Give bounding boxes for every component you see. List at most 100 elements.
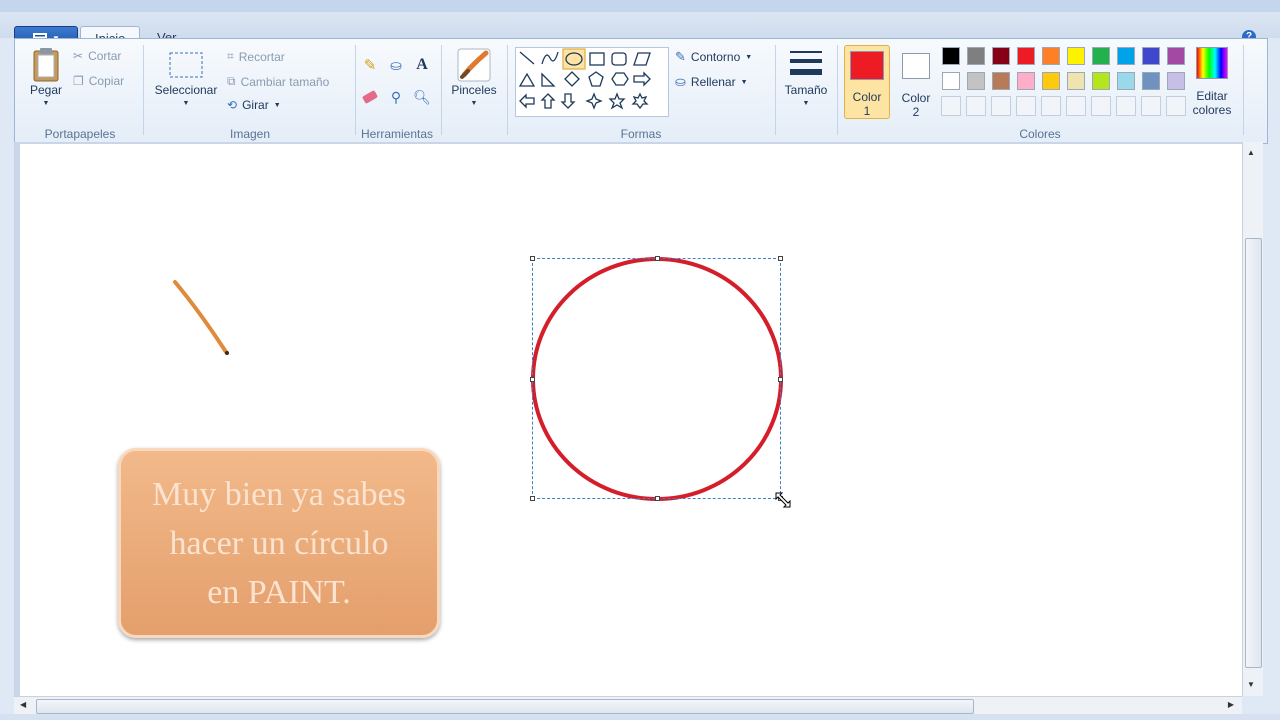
- eraser-icon: [361, 90, 379, 104]
- callout-line: hacer un círculo: [169, 524, 389, 562]
- scroll-right-icon[interactable]: ▶: [1228, 700, 1234, 709]
- magnifier-tool[interactable]: 🔍︎: [412, 87, 432, 107]
- fill-tool[interactable]: ⛀: [386, 55, 406, 75]
- crop-icon: ⌗: [227, 49, 234, 63]
- color-swatch[interactable]: [1167, 72, 1185, 90]
- brush-stroke: [173, 280, 228, 354]
- select-label: Seleccionar: [154, 83, 218, 97]
- canvas-area: Muy bien ya sabes hacer un círculo en PA…: [14, 142, 1242, 696]
- color-swatch[interactable]: [967, 72, 985, 90]
- pencil-tool[interactable]: ✎: [360, 55, 380, 75]
- color-swatch[interactable]: [992, 47, 1010, 65]
- selection-box[interactable]: [530, 256, 783, 501]
- fill-button[interactable]: ⛀ Rellenar ▼: [675, 74, 748, 90]
- color-swatch[interactable]: [1042, 72, 1060, 90]
- resize-handle[interactable]: [530, 256, 535, 261]
- resize-handle[interactable]: [655, 256, 660, 261]
- rotate-icon: ⟲: [227, 98, 238, 112]
- drawing-canvas[interactable]: Muy bien ya sabes hacer un círculo en PA…: [20, 144, 1242, 696]
- vertical-scroll-thumb[interactable]: [1245, 238, 1262, 668]
- color-swatch[interactable]: [1142, 72, 1160, 90]
- scroll-down-icon[interactable]: ▼: [1247, 680, 1255, 689]
- chevron-down-icon: ▼: [42, 100, 50, 107]
- custom-color-slot[interactable]: [966, 96, 986, 116]
- brushes-button[interactable]: Pinceles ▼: [447, 47, 501, 111]
- resize-icon: ⧉: [227, 74, 236, 88]
- color-swatch[interactable]: [1017, 72, 1035, 90]
- scroll-left-icon[interactable]: ◀: [20, 700, 26, 709]
- rotate-label: Girar: [242, 98, 269, 112]
- color2-swatch: [902, 53, 930, 79]
- paste-label: Pegar: [29, 83, 63, 97]
- custom-color-slot[interactable]: [1066, 96, 1086, 116]
- color-picker-tool[interactable]: ⚲: [386, 87, 406, 107]
- resize-handle[interactable]: [655, 496, 660, 501]
- color-swatch[interactable]: [992, 72, 1010, 90]
- edit-colors-label-2: colores: [1192, 103, 1232, 117]
- line-size-icon: [790, 51, 822, 75]
- horizontal-scrollbar[interactable]: ◀ ▶: [14, 696, 1242, 715]
- custom-color-slot[interactable]: [1116, 96, 1136, 116]
- fill-label: Rellenar: [690, 75, 736, 89]
- text-tool[interactable]: A: [412, 55, 432, 75]
- edit-colors-label: Editar: [1196, 89, 1228, 103]
- vertical-scrollbar[interactable]: ▲ ▼: [1242, 142, 1263, 696]
- pencil-icon: ✎: [363, 57, 377, 74]
- resize-handle[interactable]: [778, 377, 783, 382]
- color-spectrum-icon: [1196, 47, 1228, 79]
- custom-color-slot[interactable]: [991, 96, 1011, 116]
- copy-label: Copiar: [88, 74, 125, 88]
- resize-handle[interactable]: [778, 256, 783, 261]
- color-swatch[interactable]: [942, 72, 960, 90]
- color-swatch[interactable]: [1067, 47, 1085, 65]
- custom-color-slot[interactable]: [941, 96, 961, 116]
- paste-button[interactable]: Pegar ▼: [27, 47, 65, 111]
- color-swatch[interactable]: [1117, 47, 1135, 65]
- scroll-up-icon[interactable]: ▲: [1247, 148, 1255, 157]
- color1-button[interactable]: Color 1: [844, 45, 890, 119]
- horizontal-scroll-thumb[interactable]: [36, 699, 974, 714]
- group-label-colors: Colores: [1019, 127, 1061, 141]
- chevron-down-icon: ▼: [745, 53, 753, 61]
- stroke-end: [225, 351, 229, 355]
- color2-label: Color: [901, 91, 931, 105]
- color-swatch[interactable]: [967, 47, 985, 65]
- copy-button[interactable]: ❐ Copiar: [73, 74, 124, 88]
- outline-label: Contorno: [690, 50, 741, 64]
- color-swatch[interactable]: [1067, 72, 1085, 90]
- color-swatch[interactable]: [1167, 47, 1185, 65]
- text-icon: A: [416, 56, 428, 73]
- clipboard-icon: [33, 48, 59, 82]
- resize-handle[interactable]: [530, 496, 535, 501]
- edit-colors-button[interactable]: Editar colores: [1187, 47, 1237, 117]
- paint-bucket-icon: ⛀: [675, 74, 686, 89]
- outline-button[interactable]: ✎ Contorno ▼: [675, 49, 752, 65]
- custom-color-slot[interactable]: [1041, 96, 1061, 116]
- rotate-button[interactable]: ⟲ Girar ▼: [227, 98, 281, 112]
- paint-bucket-icon: ⛀: [390, 56, 402, 73]
- group-label-tools: Herramientas: [360, 127, 434, 141]
- cut-label: Cortar: [88, 49, 122, 63]
- custom-color-slot[interactable]: [1166, 96, 1186, 116]
- chevron-down-icon: ▼: [802, 100, 810, 107]
- color-swatch[interactable]: [1092, 47, 1110, 65]
- color-swatch[interactable]: [1092, 72, 1110, 90]
- resize-handle[interactable]: [530, 377, 535, 382]
- color-swatch[interactable]: [1117, 72, 1135, 90]
- color-swatch[interactable]: [942, 47, 960, 65]
- chevron-down-icon: ▼: [470, 100, 478, 107]
- size-button[interactable]: Tamaño ▼: [781, 47, 831, 111]
- cut-button[interactable]: ✂ Cortar: [73, 49, 121, 63]
- custom-color-slot[interactable]: [1016, 96, 1036, 116]
- color2-button[interactable]: Color 2: [893, 45, 939, 119]
- custom-color-slot[interactable]: [1141, 96, 1161, 116]
- crop-button[interactable]: ⌗ Recortar: [227, 49, 285, 64]
- color-swatch[interactable]: [1142, 47, 1160, 65]
- resize-button[interactable]: ⧉ Cambiar tamaño: [227, 74, 329, 89]
- callout-line: Muy bien ya sabes: [151, 475, 406, 513]
- eraser-tool[interactable]: [360, 87, 380, 107]
- select-button[interactable]: Seleccionar ▼: [151, 47, 221, 111]
- color-swatch[interactable]: [1042, 47, 1060, 65]
- custom-color-slot[interactable]: [1091, 96, 1111, 116]
- color-swatch[interactable]: [1017, 47, 1035, 65]
